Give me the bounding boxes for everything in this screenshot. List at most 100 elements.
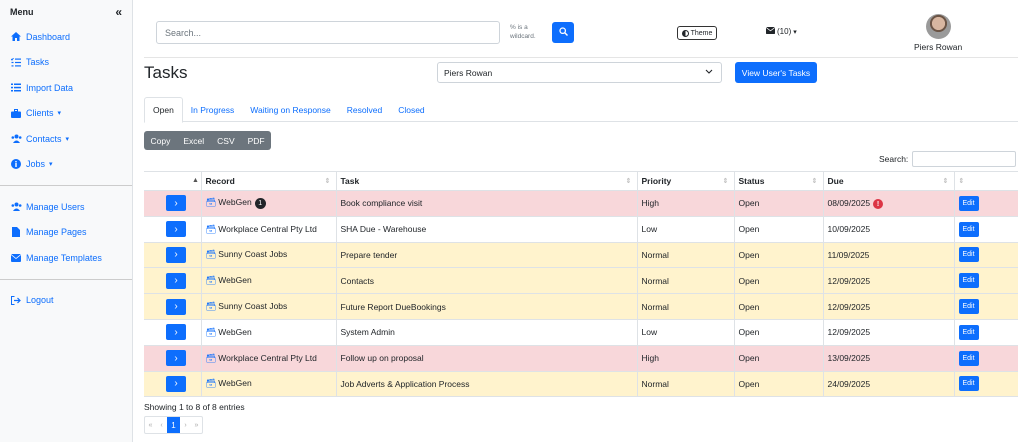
sidebar-item-label: Manage Templates — [26, 252, 102, 263]
task-status-tabs: Open In Progress Waiting on Response Res… — [144, 97, 1018, 123]
sort-icon: ⇕ — [625, 178, 632, 185]
tab-in-progress[interactable]: In Progress — [183, 97, 242, 122]
last-page-button[interactable]: » — [191, 417, 202, 433]
status-cell: Open — [733, 293, 823, 320]
open-record-button[interactable]: › — [166, 298, 186, 315]
record-cell: 🗃 Workplace Central Pty Ltd — [200, 216, 336, 243]
tab-waiting-on-response[interactable]: Waiting on Response — [242, 97, 338, 122]
caret-down-icon: ▾ — [49, 161, 53, 169]
record-cell: 🗃 WebGen — [200, 371, 336, 398]
record-link[interactable]: WebGen — [218, 275, 251, 285]
sidebar-item-manage-pages[interactable]: Manage Pages — [0, 220, 132, 246]
avatar[interactable] — [926, 14, 951, 39]
open-record-button[interactable]: › — [166, 195, 186, 212]
title-row: Tasks Piers Rowan View User's Tasks — [144, 58, 1018, 90]
open-cell: › — [144, 216, 201, 243]
table-row: › 🗃 Workplace Central Pty Ltd Follow up o… — [144, 345, 1018, 372]
table-row: › 🗃 Sunny Coast Jobs Prepare tender Norma… — [144, 242, 1018, 269]
search-icon — [558, 27, 568, 38]
view-users-tasks-button[interactable]: View User's Tasks — [735, 62, 817, 83]
edit-button[interactable]: Edit — [958, 376, 979, 392]
due-date: 12/09/2025 — [827, 275, 871, 286]
sidebar-item-label: Contacts — [26, 133, 62, 144]
pdf-button[interactable]: PDF — [241, 131, 271, 150]
priority-cell: Low — [636, 216, 734, 243]
table-row: › 🗃 Sunny Coast Jobs Future Report DueBoo… — [144, 293, 1018, 320]
open-record-button[interactable]: › — [166, 375, 186, 392]
first-page-button[interactable]: « — [145, 417, 156, 433]
theme-button[interactable]: Theme — [677, 26, 717, 40]
tab-open[interactable]: Open — [144, 97, 183, 123]
sidebar-item-dashboard[interactable]: Dashboard — [0, 24, 132, 50]
next-page-button[interactable]: › — [180, 417, 191, 433]
edit-cell: Edit — [953, 267, 1018, 295]
column-header[interactable]: ⇕ — [953, 171, 1018, 191]
sidebar-item-tasks[interactable]: Tasks — [0, 50, 132, 76]
sidebar-item-manage-users[interactable]: Manage Users — [0, 194, 132, 220]
tab-resolved[interactable]: Resolved — [339, 97, 390, 122]
page-title: Tasks — [144, 63, 188, 82]
column-header-due[interactable]: Due ⇕ — [822, 171, 954, 191]
edit-button[interactable]: Edit — [958, 195, 979, 211]
collapse-sidebar-icon[interactable]: « — [115, 5, 122, 19]
record-link[interactable]: WebGen — [218, 327, 251, 337]
briefcase-icon — [10, 108, 22, 118]
record-cell: 🗃 WebGen — [200, 319, 336, 346]
sidebar-item-contacts[interactable]: Contacts ▾ — [0, 126, 132, 152]
table-search-label: Search: — [879, 154, 909, 164]
column-header-status[interactable]: Status ⇕ — [733, 171, 823, 191]
column-header-label: Status — [738, 176, 765, 186]
edit-button[interactable]: Edit — [958, 221, 979, 237]
column-header[interactable]: ▲ — [144, 171, 201, 191]
edit-button[interactable]: Edit — [958, 273, 979, 289]
briefcase-icon: 🗃 — [205, 352, 217, 363]
search-input[interactable]: Search... — [156, 21, 500, 44]
briefcase-icon: 🗃 — [205, 378, 217, 389]
record-link[interactable]: WebGen — [218, 378, 251, 388]
table-info: Showing 1 to 8 of 8 entries — [144, 402, 245, 412]
edit-button[interactable]: Edit — [958, 324, 979, 340]
record-link[interactable]: Workplace Central Pty Ltd — [218, 353, 317, 363]
edit-button[interactable]: Edit — [958, 247, 979, 263]
open-record-button[interactable]: › — [166, 221, 186, 238]
page-button-current[interactable]: 1 — [167, 417, 180, 433]
record-link[interactable]: Sunny Coast Jobs — [218, 301, 287, 311]
open-record-button[interactable]: › — [166, 324, 186, 341]
csv-button[interactable]: CSV — [211, 131, 241, 150]
copy-button[interactable]: Copy — [144, 131, 177, 150]
sidebar-item-import-data[interactable]: Import Data — [0, 75, 132, 101]
excel-button[interactable]: Excel — [177, 131, 211, 150]
open-cell: › — [144, 293, 201, 320]
column-header-record[interactable]: Record ⇕ — [200, 171, 336, 191]
prev-page-button[interactable]: ‹ — [156, 417, 167, 433]
sidebar-divider — [0, 278, 132, 280]
table-search-input[interactable] — [912, 151, 1017, 167]
open-record-button[interactable]: › — [166, 272, 186, 289]
sidebar-item-logout[interactable]: Logout — [0, 288, 132, 314]
briefcase-icon: 🗃 — [205, 249, 217, 260]
open-record-button[interactable]: › — [166, 246, 186, 263]
status-cell: Open — [733, 371, 823, 398]
user-select[interactable]: Piers Rowan — [437, 62, 722, 83]
sidebar-item-label: Logout — [26, 295, 54, 306]
sidebar-item-label: Jobs — [26, 159, 46, 170]
record-link[interactable]: WebGen — [218, 197, 251, 207]
sort-asc-icon: ▲ — [192, 177, 199, 184]
search-button[interactable] — [552, 22, 574, 43]
tab-closed[interactable]: Closed — [390, 97, 432, 122]
mail-dropdown[interactable]: (10) ▾ — [765, 27, 797, 36]
column-header-label: Task — [340, 176, 360, 186]
record-link[interactable]: Sunny Coast Jobs — [218, 249, 287, 259]
column-header-priority[interactable]: Priority ⇕ — [636, 171, 734, 191]
edit-button[interactable]: Edit — [958, 299, 979, 315]
open-record-button[interactable]: › — [166, 350, 186, 367]
edit-button[interactable]: Edit — [958, 350, 979, 366]
caret-down-icon: ▾ — [57, 110, 62, 118]
priority-cell: Normal — [636, 293, 734, 320]
column-header-task[interactable]: Task ⇕ — [335, 171, 637, 191]
record-link[interactable]: Workplace Central Pty Ltd — [218, 224, 317, 234]
sidebar-item-manage-templates[interactable]: Manage Templates — [0, 245, 132, 271]
sidebar-item-clients[interactable]: Clients ▾ — [0, 101, 132, 127]
chevron-right-icon: › — [174, 249, 178, 261]
sidebar-item-jobs[interactable]: Jobs ▾ — [0, 152, 132, 178]
